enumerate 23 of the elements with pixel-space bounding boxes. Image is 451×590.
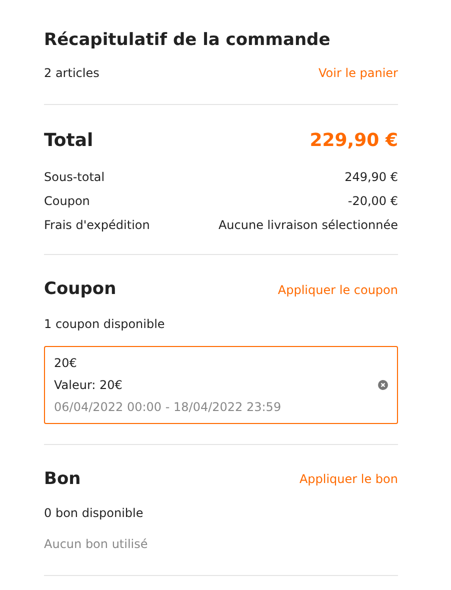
coupon-card[interactable]: 20€ Valeur: 20€ 06/04/2022 00:00 - 18/04/2022 23:59 xyxy=(44,346,398,424)
line-label: Sous-total xyxy=(44,169,105,186)
total-amount: 229,90 € xyxy=(310,129,398,153)
section-title: Récapitulatif de la commande xyxy=(44,29,332,52)
line-label: Frais d'expédition xyxy=(44,217,150,234)
coupon-value: Valeur: 20€ xyxy=(54,376,124,394)
line-value: Aucune livraison sélectionnée xyxy=(218,217,398,234)
item-count: 2 articles xyxy=(44,65,100,82)
remove-icon[interactable] xyxy=(378,380,388,390)
empty-message: Aucun bon utilisé xyxy=(44,536,149,553)
line-value: 249,90 € xyxy=(344,169,398,186)
line-label: Coupon xyxy=(44,193,90,210)
coupon-name: 20€ xyxy=(54,354,78,372)
available-count: 0 bon disponible xyxy=(44,505,144,522)
apply-coupon-link[interactable]: Appliquer le coupon xyxy=(278,280,398,299)
available-count: 1 coupon disponible xyxy=(44,316,166,332)
section-title: Coupon xyxy=(44,278,116,301)
total-label: Total xyxy=(44,129,94,153)
cart-link[interactable]: Voir le panier xyxy=(318,64,398,82)
section-title: Bon xyxy=(44,468,81,490)
line-value: -20,00 € xyxy=(348,193,398,210)
coupon-validity: 06/04/2022 00:00 - 18/04/2022 23:59 xyxy=(54,398,282,416)
apply-voucher-link[interactable]: Appliquer le bon xyxy=(299,470,398,488)
